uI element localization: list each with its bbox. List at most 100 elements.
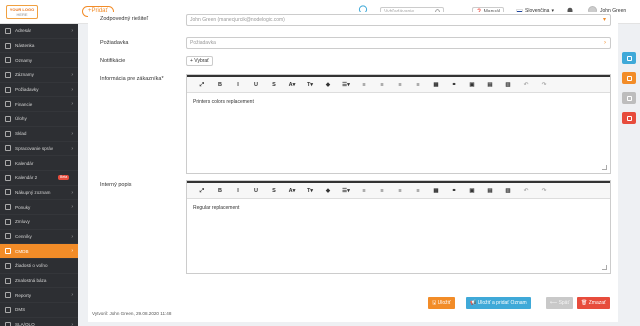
save-button[interactable]: 🖫 Uložiť: [428, 297, 455, 309]
sidebar-item[interactable]: Oznamy: [0, 53, 78, 69]
toolbar-button[interactable]: ≡: [355, 186, 373, 196]
sidebar-item[interactable]: Nástenka: [0, 39, 78, 54]
toolbar-button[interactable]: ⚭: [445, 80, 463, 90]
toolbar-button[interactable]: I: [229, 80, 247, 90]
sidebar-item[interactable]: Reporty ›: [0, 288, 78, 304]
toolbar-button[interactable]: ◆: [319, 80, 337, 90]
sidebar-item[interactable]: Cenníky ›: [0, 230, 78, 245]
toolbar-button[interactable]: ≡: [373, 186, 391, 196]
sidebar-item[interactable]: Záznamy ›: [0, 68, 78, 83]
sidebar-item[interactable]: Úlohy: [0, 112, 78, 127]
sidebar-item-label: Spracovanie správ: [15, 145, 54, 151]
sidebar-item-label: Úlohy: [15, 116, 27, 122]
toolbar-button[interactable]: ↶: [517, 80, 535, 90]
sidebar-item[interactable]: Nákupný zoznam ›: [0, 186, 78, 201]
sidebar-item[interactable]: DMS: [0, 303, 78, 318]
chevron-right-icon: ›: [71, 189, 73, 196]
toolbar-button[interactable]: ↶: [517, 186, 535, 196]
delete-button[interactable]: 🗑 Zmazať: [577, 297, 610, 309]
editor-toolbar: ⤢ B I U S A▾ T▾ ◆ ☰▾ ≡ ≡ ≡ ≡ ▦ ⚭ ▣ ▤ ▥ ↶ ↷: [187, 181, 610, 199]
toolbar-button[interactable]: ▤: [481, 80, 499, 90]
save-and-notify-button[interactable]: 📢 Uložiť a pridať Oznam: [466, 297, 531, 309]
menu-icon: [5, 218, 11, 225]
toolbar-button[interactable]: S: [265, 80, 283, 90]
sidebar-item[interactable]: Ponuky ›: [0, 200, 78, 215]
chevron-right-icon: ›: [71, 101, 73, 108]
toolbar-button[interactable]: ⤢: [193, 80, 211, 90]
sidebar-item[interactable]: Kalendár: [0, 156, 78, 171]
menu-icon: [5, 233, 11, 240]
sidebar-item-label: Sklad: [15, 131, 27, 137]
sidebar-item[interactable]: Žiadosti o voľno: [0, 259, 78, 274]
toolbar-button[interactable]: ≡: [355, 80, 373, 90]
toolbar-button[interactable]: ▥: [499, 80, 517, 90]
toolbar-button[interactable]: B: [211, 80, 229, 90]
toolbar-button[interactable]: ⚭: [445, 186, 463, 196]
chevron-right-icon: ›: [604, 40, 606, 46]
responsible-field[interactable]: John Green (manecjurcik@nodelogic.com) ▾: [186, 14, 611, 26]
sidebar-item[interactable]: SLA/OLO ›: [0, 318, 78, 326]
toolbar-button[interactable]: ≡: [391, 186, 409, 196]
float-delete-button[interactable]: [622, 112, 636, 124]
toolbar-button[interactable]: I: [229, 186, 247, 196]
toolbar-button[interactable]: ▣: [463, 186, 481, 196]
toolbar-button[interactable]: ▣: [463, 80, 481, 90]
toolbar-button[interactable]: U: [247, 186, 265, 196]
menu-icon: [5, 321, 11, 326]
toolbar-button[interactable]: T▾: [301, 80, 319, 90]
sidebar-item-label: Nástenka: [15, 43, 35, 49]
toolbar-button[interactable]: T▾: [301, 186, 319, 196]
chevron-right-icon: ›: [71, 130, 73, 137]
select-button[interactable]: + Vybrať: [186, 56, 214, 66]
sidebar-item[interactable]: Sklad ›: [0, 127, 78, 142]
resize-handle[interactable]: [602, 165, 607, 170]
sidebar-item[interactable]: Zmluvy: [0, 215, 78, 230]
sidebar-item-label: DMS: [15, 307, 26, 313]
toolbar-button[interactable]: ≡: [373, 80, 391, 90]
internal-editor[interactable]: ⤢ B I U S A▾ T▾ ◆ ☰▾ ≡ ≡ ≡ ≡ ▦ ⚭ ▣ ▤ ▥ ↶ ↷ Regular replacem…: [186, 180, 611, 274]
sidebar-item[interactable]: Spracovanie správ ›: [0, 142, 78, 157]
toolbar-button[interactable]: ≡: [409, 80, 427, 90]
toolbar-button[interactable]: ▦: [427, 186, 445, 196]
toolbar-button[interactable]: ≡: [409, 186, 427, 196]
sidebar-item-label: Zmluvy: [15, 219, 30, 225]
toolbar-button[interactable]: ⤢: [193, 186, 211, 196]
sidebar-item-label: Znalostná báza: [15, 278, 47, 284]
toolbar-button[interactable]: A▾: [283, 186, 301, 196]
toolbar-button[interactable]: B: [211, 186, 229, 196]
toolbar-button[interactable]: ▤: [481, 186, 499, 196]
sidebar-item[interactable]: Financie ›: [0, 97, 78, 113]
float-save-button[interactable]: [622, 72, 636, 84]
resize-handle[interactable]: [602, 265, 607, 270]
sidebar-item-label: Cenníky: [15, 233, 32, 239]
toolbar-button[interactable]: ☰▾: [337, 80, 355, 90]
toolbar-button[interactable]: U: [247, 80, 265, 90]
toolbar-button[interactable]: ↷: [535, 186, 553, 196]
toolbar-button[interactable]: S: [265, 186, 283, 196]
sidebar-item-label: Financie: [15, 101, 33, 107]
chevron-right-icon: ›: [71, 72, 73, 79]
toolbar-button[interactable]: ≡: [391, 80, 409, 90]
customer-info-editor[interactable]: ⤢ B I U S A▾ T▾ ◆ ☰▾ ≡ ≡ ≡ ≡ ▦ ⚭ ▣ ▤ ▥ ↶ ↷ Printers colors …: [186, 74, 611, 174]
toolbar-button[interactable]: ▦: [427, 80, 445, 90]
toolbar-button[interactable]: ◆: [319, 186, 337, 196]
float-save-notify-button[interactable]: [622, 52, 636, 64]
sidebar-item[interactable]: Požiadavky ›: [0, 83, 78, 98]
back-button[interactable]: ⟵ Späť: [546, 297, 574, 309]
sidebar-item-label: SLA/OLO: [15, 322, 35, 326]
chevron-right-icon: ›: [71, 292, 73, 299]
sidebar-item[interactable]: Kalendár 2 Beta: [0, 171, 78, 186]
toolbar-button[interactable]: ▥: [499, 186, 517, 196]
toolbar-button[interactable]: ↷: [535, 80, 553, 90]
internal-text[interactable]: Regular replacement: [187, 199, 610, 273]
sidebar-item[interactable]: Adresár ›: [0, 24, 78, 39]
sidebar-item[interactable]: CMDB ›: [0, 244, 78, 259]
logo[interactable]: YOUR LOGO HERE: [6, 5, 38, 19]
toolbar-button[interactable]: ☰▾: [337, 186, 355, 196]
request-field[interactable]: Požiadavka ›: [186, 37, 611, 49]
customer-info-text[interactable]: Printers colors replacement: [187, 93, 610, 173]
float-back-button[interactable]: [622, 92, 636, 104]
chevron-right-icon: ›: [71, 321, 73, 326]
sidebar-item[interactable]: Znalostná báza: [0, 274, 78, 289]
toolbar-button[interactable]: A▾: [283, 80, 301, 90]
